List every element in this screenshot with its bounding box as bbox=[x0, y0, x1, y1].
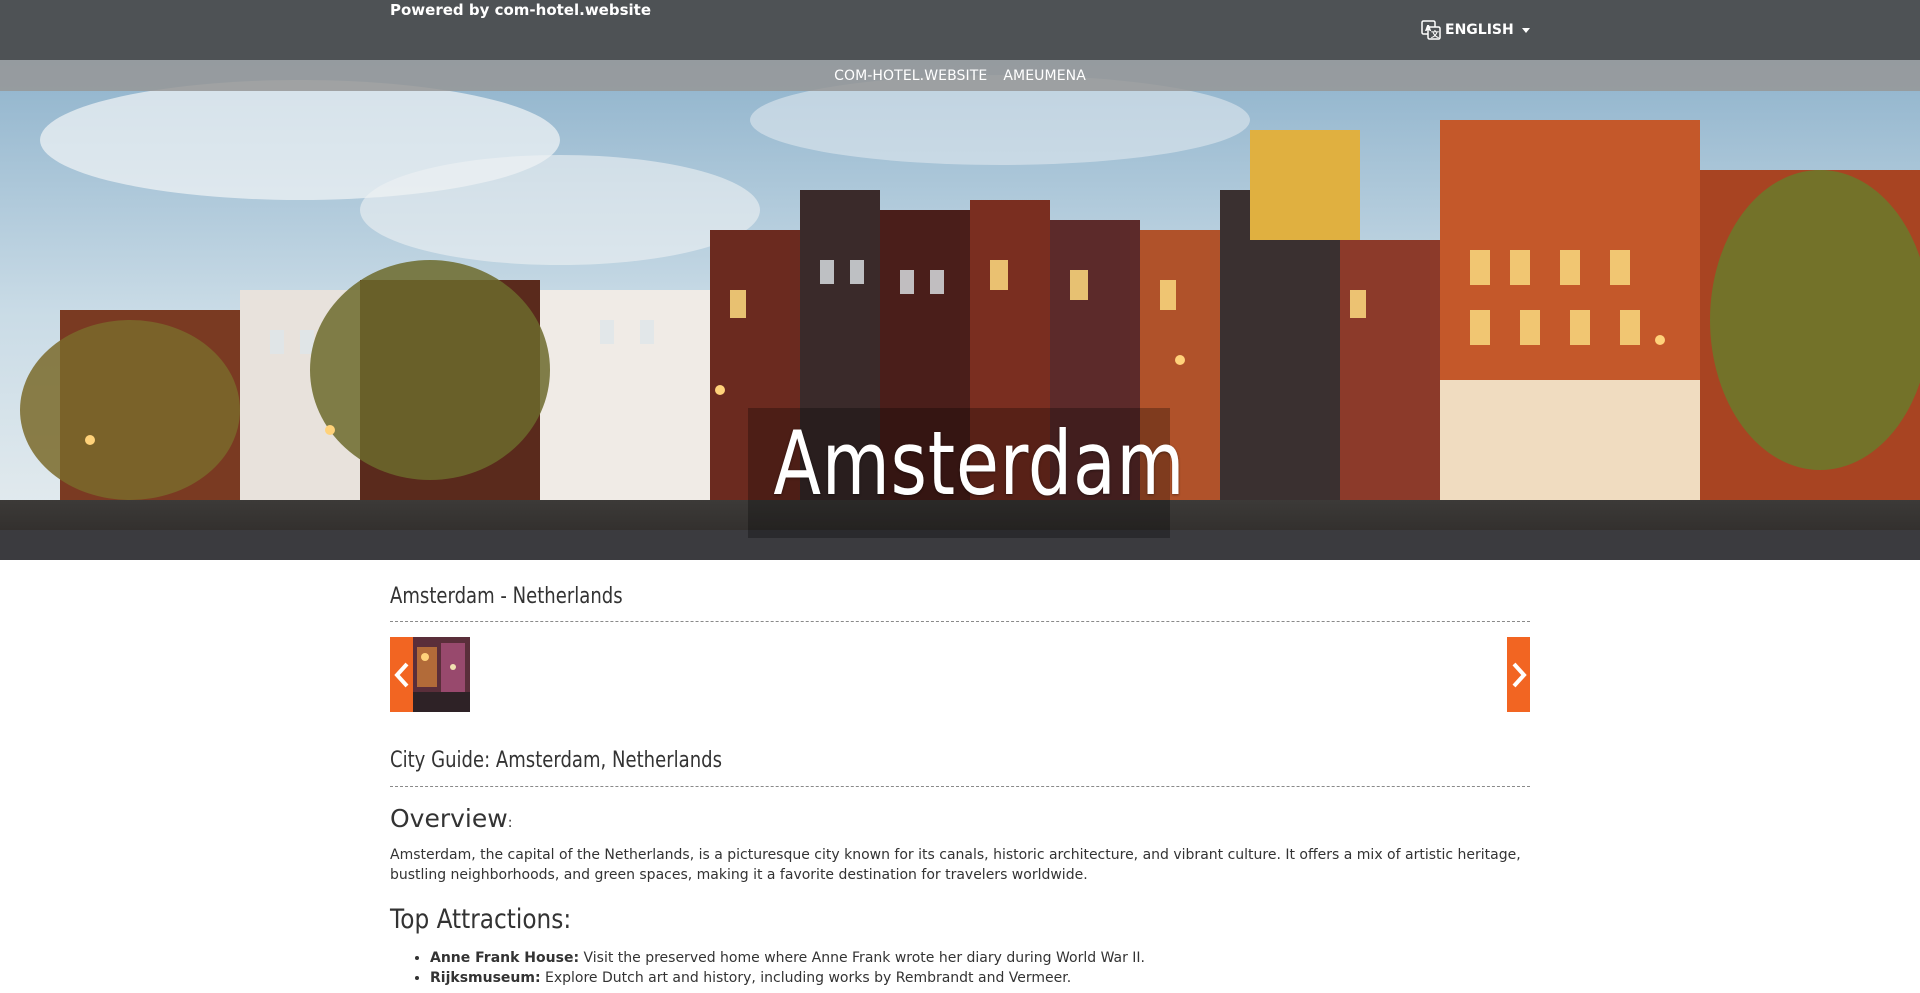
language-dropdown[interactable]: A 文 ENGLISH bbox=[1421, 20, 1530, 40]
divider bbox=[390, 621, 1530, 622]
nav-item-ameumena[interactable]: AMEUMENA bbox=[1003, 68, 1086, 84]
divider bbox=[390, 786, 1530, 787]
photo-carousel bbox=[390, 637, 1530, 712]
carousel-thumbnail[interactable] bbox=[413, 637, 470, 712]
chevron-left-icon bbox=[393, 662, 408, 687]
list-item: Rijksmuseum: Explore Dutch art and histo… bbox=[430, 968, 1530, 988]
attractions-list: Anne Frank House: Visit the preserved ho… bbox=[430, 948, 1530, 988]
list-item: Anne Frank House: Visit the preserved ho… bbox=[430, 948, 1530, 968]
attraction-name: Anne Frank House: bbox=[430, 950, 580, 966]
attraction-desc: Visit the preserved home where Anne Fran… bbox=[579, 950, 1146, 966]
overview-heading: Overview: bbox=[390, 804, 512, 833]
main-nav: COM-HOTEL.WEBSITE AMEUMENA bbox=[0, 60, 1920, 91]
thumbnail-image bbox=[413, 637, 470, 712]
svg-text:文: 文 bbox=[1431, 29, 1440, 39]
overview-heading-text: Overview bbox=[390, 804, 508, 833]
hero-title: Amsterdam bbox=[773, 412, 1186, 515]
carousel-prev-button[interactable] bbox=[390, 637, 413, 712]
attraction-desc: Explore Dutch art and history, including… bbox=[540, 970, 1072, 986]
overview-heading-colon: : bbox=[507, 815, 513, 831]
overview-text: Amsterdam, the capital of the Netherland… bbox=[390, 847, 1521, 883]
powered-by-link[interactable]: Powered by com-hotel.website bbox=[390, 1, 651, 19]
top-bar: Powered by com-hotel.website A 文 ENGLISH bbox=[0, 0, 1920, 60]
language-label: ENGLISH bbox=[1445, 22, 1514, 38]
city-heading: Amsterdam - Netherlands bbox=[390, 584, 623, 609]
chevron-right-icon bbox=[1512, 662, 1527, 687]
chevron-down-icon bbox=[1521, 27, 1530, 33]
attraction-name: Rijksmuseum: bbox=[430, 970, 541, 986]
carousel-next-button[interactable] bbox=[1507, 637, 1530, 712]
city-guide-heading: City Guide: Amsterdam, Netherlands bbox=[390, 748, 722, 773]
nav-item-com-hotel[interactable]: COM-HOTEL.WEBSITE bbox=[834, 68, 987, 84]
attractions-heading: Top Attractions: bbox=[390, 904, 572, 935]
translate-icon: A 文 bbox=[1421, 20, 1441, 40]
